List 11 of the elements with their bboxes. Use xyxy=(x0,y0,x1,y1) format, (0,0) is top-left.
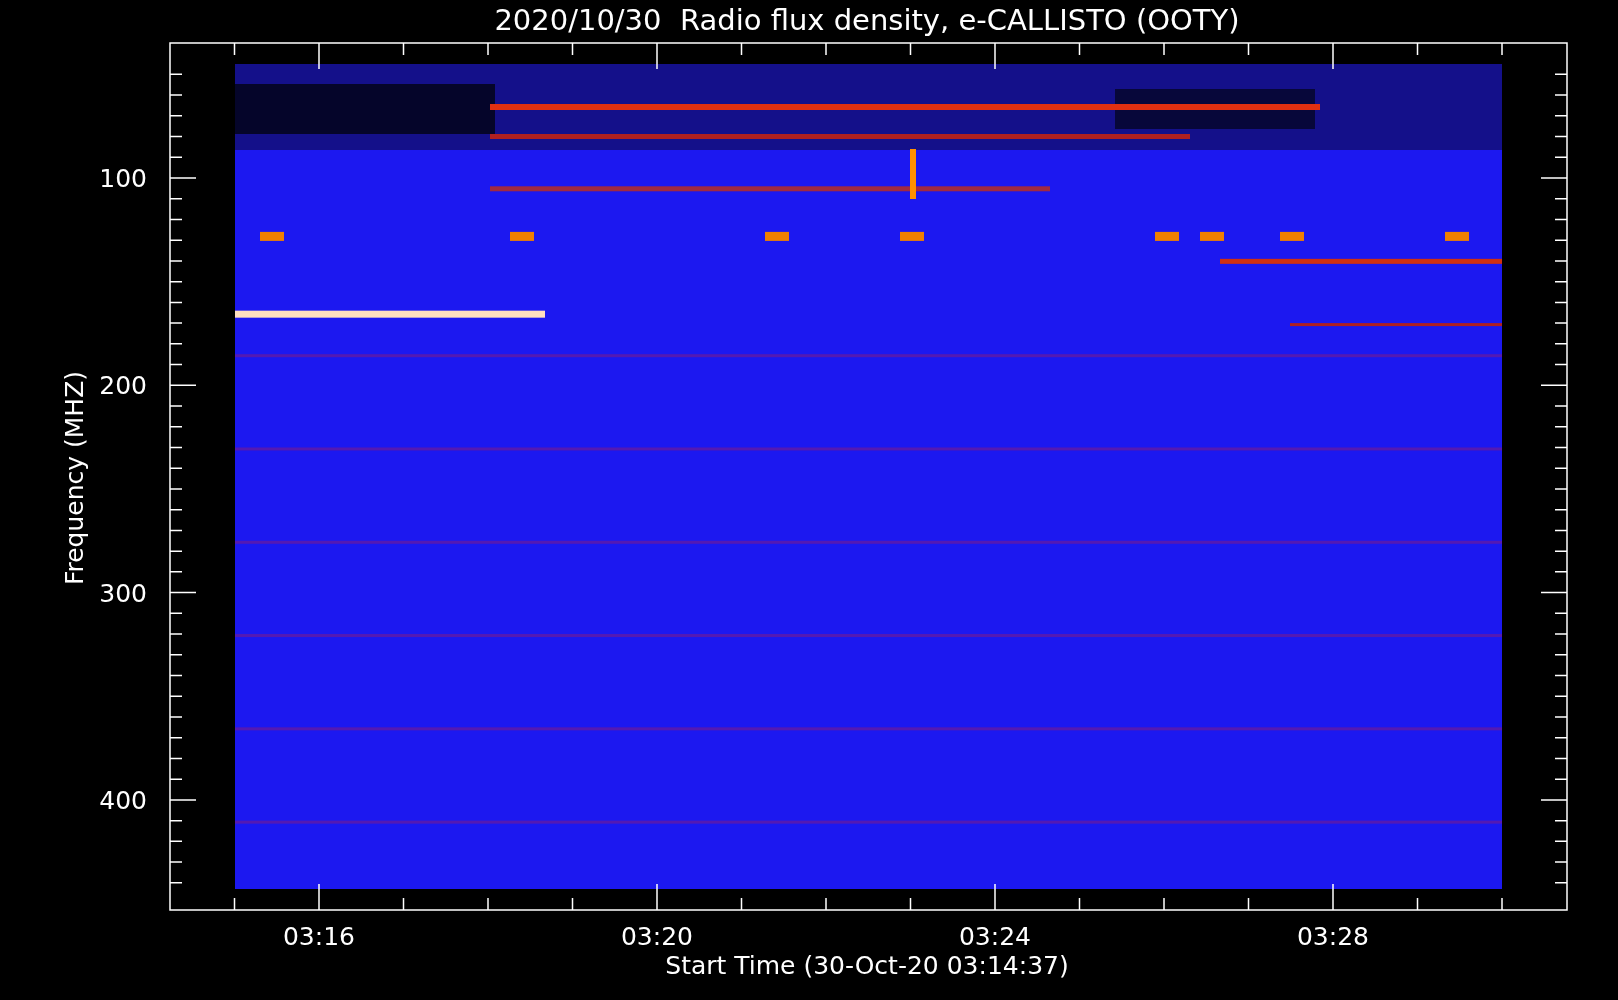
y-tick-label: 400 xyxy=(99,785,147,815)
y-tick-label: 200 xyxy=(99,371,147,401)
chart-title: 2020/10/30 Radio flux density, e-CALLISTO (OOTY) xyxy=(494,3,1240,37)
x-tick-label: 03:28 xyxy=(1297,922,1369,951)
y-tick-label: 300 xyxy=(99,578,147,608)
x-tick-label: 03:24 xyxy=(959,922,1031,951)
x-tick-label: 03:20 xyxy=(621,922,693,951)
x-axis-title: Start Time (30-Oct-20 03:14:37) xyxy=(665,951,1069,980)
y-axis-title: Frequency (MHZ) xyxy=(60,370,89,586)
x-tick-label: 03:16 xyxy=(283,922,355,951)
y-tick-label: 100 xyxy=(99,164,147,193)
